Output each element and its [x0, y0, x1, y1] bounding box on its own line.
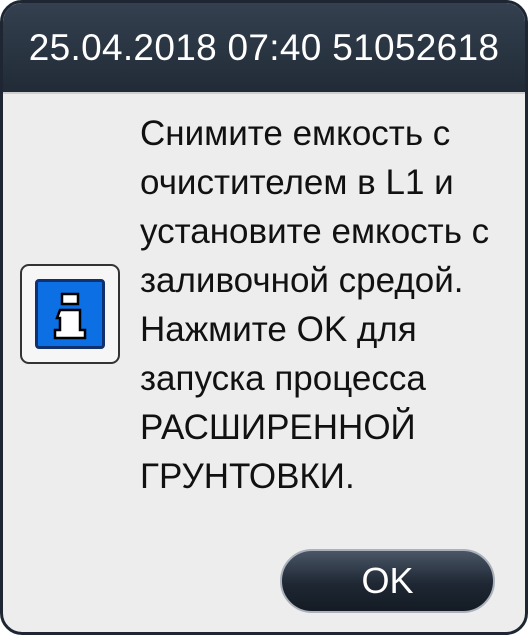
message-line: заливочной средой.	[140, 261, 464, 300]
message-dialog: 25.04.2018 07:40 51052618 Снимите емкост…	[0, 0, 528, 635]
message-line: установите емкость с	[140, 212, 490, 251]
message-line: РАСШИРЕННОЙ	[140, 408, 416, 447]
dialog-message: Снимите емкость с очистителем в L1 и уст…	[140, 109, 520, 501]
message-line: запуска процесса	[140, 359, 426, 398]
message-line: ГРУНТОВКИ.	[140, 457, 355, 496]
message-line: очистителем в L1 и	[140, 163, 454, 202]
dialog-title: 25.04.2018 07:40 51052618	[3, 3, 525, 94]
message-line: Нажмите OK для	[140, 310, 417, 349]
info-icon	[35, 279, 105, 349]
ok-button[interactable]: OK	[280, 549, 495, 613]
info-icon-frame	[20, 264, 120, 364]
message-line: Снимите емкость с	[140, 114, 451, 153]
